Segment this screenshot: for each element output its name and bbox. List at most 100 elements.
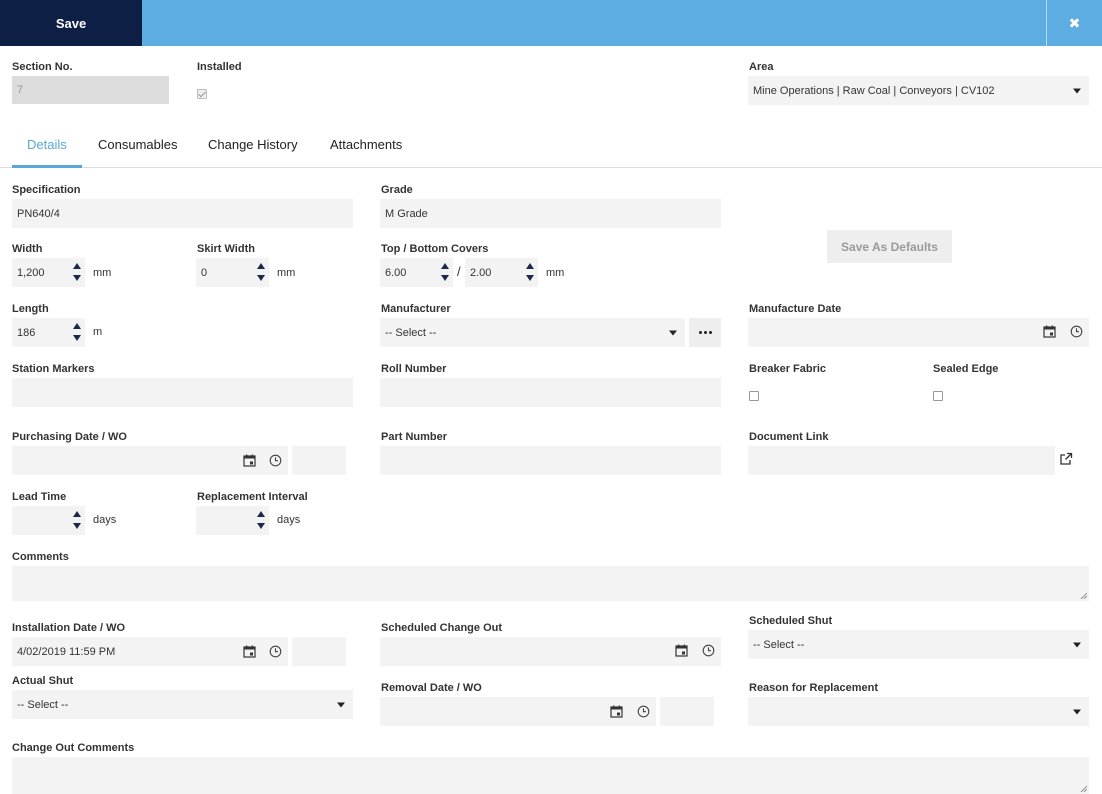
replacement-interval-unit: days [277,514,301,526]
scheduled-shut-value: -- Select -- [753,638,805,651]
scheduled-change-out-field[interactable] [380,637,721,666]
scheduled-shut-select[interactable]: -- Select -- [748,630,1089,659]
clock-icon[interactable] [269,454,282,467]
lead-time-label: Lead Time [12,491,67,503]
calendar-icon[interactable] [243,454,256,467]
clock-icon[interactable] [1070,325,1083,338]
spinner-up-icon [73,511,81,517]
length-stepper[interactable]: 186 [12,318,85,347]
external-link-icon[interactable] [1059,452,1073,466]
lead-time-stepper[interactable] [12,506,85,535]
ellipsis-dot [708,331,712,334]
chevron-down-icon [1073,642,1081,647]
reason-for-replacement-select[interactable] [748,697,1089,726]
spinner-up-icon [257,511,265,517]
close-icon: ✖ [1068,14,1081,31]
spinner[interactable] [69,506,85,535]
replacement-interval-label: Replacement Interval [197,491,308,503]
breaker-fabric-checkbox[interactable] [749,391,759,401]
clock-icon[interactable] [269,645,282,658]
actual-shut-value: -- Select -- [17,698,69,711]
spinner-down-icon [73,275,81,281]
width-value: 1,200 [17,266,45,279]
calendar-icon[interactable] [675,644,688,657]
skirt-width-value: 0 [201,266,208,279]
top-bar [0,0,1102,46]
spinner-down-icon [73,523,81,529]
skirt-width-label: Skirt Width [197,243,255,255]
resize-handle-icon[interactable] [1080,785,1087,792]
comments-label: Comments [12,551,69,563]
sealed-edge-label: Sealed Edge [933,363,999,375]
specification-label: Specification [12,184,81,196]
bottom-cover-stepper[interactable]: 2.00 [465,258,538,287]
removal-label: Removal Date / WO [381,682,482,694]
change-out-comments-textarea[interactable] [12,757,1089,794]
spinner-down-icon [257,275,265,281]
tab-change-history[interactable]: Change History [208,137,298,152]
tab-details[interactable]: Details [27,137,67,152]
roll-number-field[interactable] [380,378,721,407]
spinner[interactable] [253,506,269,535]
specification-field[interactable]: PN640/4 [12,199,353,228]
resize-handle-icon[interactable] [1080,592,1087,599]
actual-shut-label: Actual Shut [12,675,74,687]
purchasing-label: Purchasing Date / WO [12,431,127,443]
covers-unit: mm [546,267,565,279]
purchasing-wo-field[interactable] [292,446,346,475]
save-button[interactable]: Save [0,0,142,46]
installed-label: Installed [197,61,242,73]
sealed-edge-checkbox[interactable] [933,391,943,401]
chevron-down-icon [337,702,345,707]
manufacturer-more-button[interactable] [689,318,721,347]
spinner-down-icon [73,335,81,341]
tab-attachments[interactable]: Attachments [330,137,402,152]
covers-separator: / [457,264,461,279]
area-select[interactable]: Mine Operations | Raw Coal | Conveyors |… [748,76,1089,105]
ellipsis-dot [703,331,707,334]
station-markers-field[interactable] [12,378,353,407]
top-cover-value: 6.00 [385,266,407,279]
close-button[interactable]: ✖ [1046,0,1102,46]
actual-shut-select[interactable]: -- Select -- [12,690,353,719]
replacement-interval-stepper[interactable] [196,506,269,535]
chevron-down-icon [669,330,677,335]
length-label: Length [12,303,49,315]
save-as-defaults-button[interactable]: Save As Defaults [827,230,952,263]
manufacturer-select[interactable]: -- Select -- [380,318,685,347]
calendar-icon[interactable] [1043,325,1056,338]
section-no-label: Section No. [12,61,73,73]
installed-checkbox [197,89,207,99]
calendar-icon[interactable] [243,645,256,658]
calendar-icon[interactable] [610,705,623,718]
spinner[interactable] [69,318,85,347]
skirt-width-stepper[interactable]: 0 [196,258,269,287]
manufacturer-label: Manufacturer [381,303,451,315]
spinner-up-icon [73,263,81,269]
spinner[interactable] [437,258,453,287]
skirt-width-unit: mm [277,267,296,279]
grade-field[interactable]: M Grade [380,199,721,228]
scheduled-shut-label: Scheduled Shut [749,615,833,627]
spinner-up-icon [257,263,265,269]
chevron-down-icon [1073,88,1081,93]
document-link-label: Document Link [749,431,829,443]
clock-icon[interactable] [637,705,650,718]
spinner[interactable] [253,258,269,287]
spinner[interactable] [69,258,85,287]
installation-wo-field[interactable] [292,637,346,666]
spinner[interactable] [522,258,538,287]
document-link-field[interactable] [748,446,1055,475]
removal-wo-field[interactable] [660,697,714,726]
comments-textarea[interactable] [12,566,1089,601]
width-stepper[interactable]: 1,200 [12,258,85,287]
part-number-field[interactable] [380,446,721,475]
top-cover-stepper[interactable]: 6.00 [380,258,453,287]
tab-consumables[interactable]: Consumables [98,137,178,152]
installation-label: Installation Date / WO [12,622,126,634]
breaker-fabric-label: Breaker Fabric [749,363,827,375]
manufacture-date-label: Manufacture Date [749,303,842,315]
manufacture-date-field[interactable] [748,318,1089,347]
clock-icon[interactable] [702,644,715,657]
spinner-down-icon [441,275,449,281]
